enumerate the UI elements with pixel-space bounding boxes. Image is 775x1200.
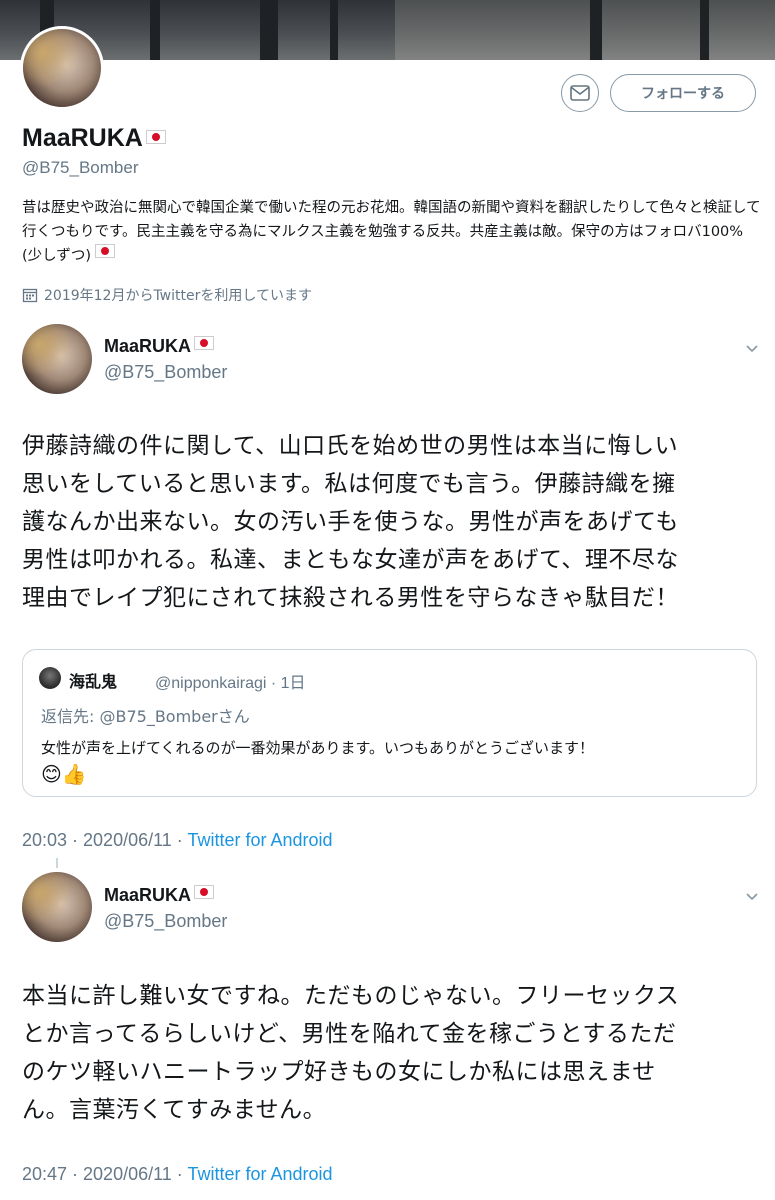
joined-date: 2019年12月からTwitterを利用しています: [22, 285, 312, 305]
quote-text: 女性が声を上げてくれるのが一番効果があります。いつもありがとうございます！: [41, 739, 595, 757]
tweet-avatar[interactable]: [22, 872, 92, 942]
tweet-text: 本当に許し難い女ですね。ただものじゃない。フリーセックス とか言ってるらしいけど…: [22, 983, 680, 1123]
japan-flag-icon: [194, 885, 215, 899]
profile-banner: [0, 0, 775, 60]
message-button[interactable]: [561, 74, 599, 112]
tweet-text: 伊藤詩織の件に関して、山口氏を始め世の男性は本当に悔しい 思いをしていると思いま…: [22, 433, 679, 611]
profile-avatar[interactable]: [20, 26, 104, 110]
profile-bio: 昔は歴史や政治に無関心で韓国企業で働いた程の元お花畑。韓国語の新聞や資料を翻訳し…: [22, 200, 761, 264]
tweet-display-name[interactable]: MaaRUKA: [104, 336, 215, 357]
envelope-icon: [570, 85, 590, 101]
chevron-down-icon[interactable]: [744, 340, 760, 356]
thread-connector: [56, 858, 58, 868]
tweet-avatar[interactable]: [22, 324, 92, 394]
tweet-source-link[interactable]: Twitter for Android: [187, 1164, 332, 1184]
japan-flag-icon: [95, 244, 116, 258]
quoted-tweet[interactable]: 海乱鬼 @nipponkairagi · 1日 返信先: @B75_Bomber…: [22, 649, 757, 797]
japan-flag-icon: [194, 336, 215, 350]
quote-meta: @nipponkairagi · 1日: [155, 675, 306, 692]
japan-flag-icon: [145, 130, 166, 144]
calendar-icon: [22, 288, 38, 303]
chevron-down-icon[interactable]: [744, 888, 760, 904]
tweet-handle[interactable]: @B75_Bomber: [104, 911, 227, 932]
tweet-timestamp: 20:47 · 2020/06/11 · Twitter for Android: [22, 1164, 333, 1184]
profile-handle: @B75_Bomber: [22, 158, 139, 177]
profile-display-name: MaaRUKA: [22, 124, 166, 153]
quote-avatar: [39, 667, 61, 689]
quote-emoji: 😊👍: [41, 762, 87, 786]
tweet-display-name[interactable]: MaaRUKA: [104, 885, 215, 906]
tweet-timestamp: 20:03 · 2020/06/11 · Twitter for Android: [22, 830, 333, 850]
quote-reply-to: 返信先: @B75_Bomberさん: [41, 707, 250, 726]
tweet-source-link[interactable]: Twitter for Android: [187, 830, 332, 850]
follow-button[interactable]: フォローする: [610, 74, 756, 112]
quote-display-name: 海乱鬼: [69, 672, 118, 691]
tweet-handle[interactable]: @B75_Bomber: [104, 362, 227, 383]
